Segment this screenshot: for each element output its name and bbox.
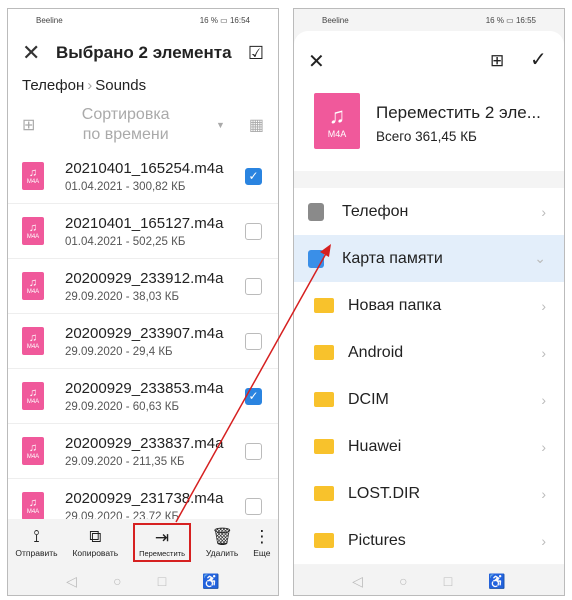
annotation-arrow bbox=[175, 244, 331, 523]
